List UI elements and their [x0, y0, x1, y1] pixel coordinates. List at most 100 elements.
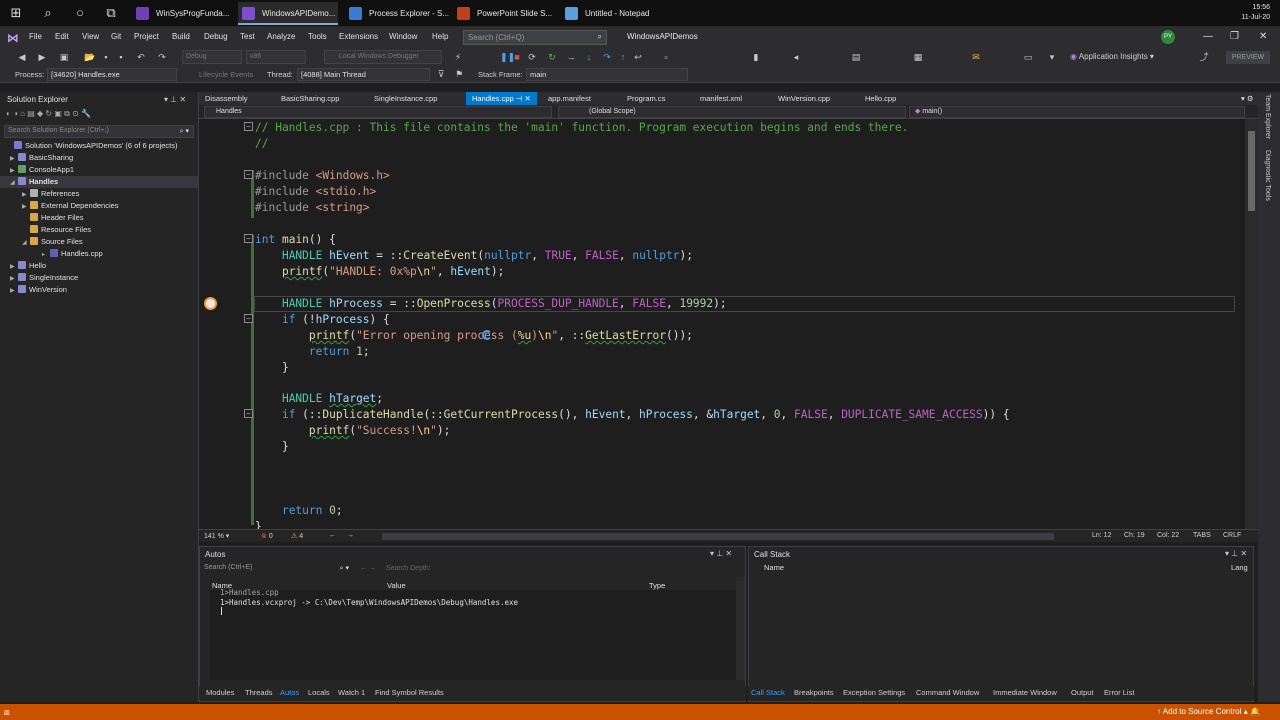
tab-autos[interactable]: Autos — [280, 688, 299, 697]
tab-hello-cpp[interactable]: Hello.cpp — [859, 92, 902, 105]
tree-solution[interactable]: Solution 'WindowsAPIDemos' (6 of 6 proje… — [14, 140, 178, 152]
tab-app-manifest[interactable]: app.manifest — [542, 92, 597, 105]
warning-count[interactable]: ⚠ 4 — [291, 532, 303, 540]
tree-project-consoleapp1[interactable]: ▶ ConsoleApp1 — [10, 164, 74, 176]
tab-exception-settings[interactable]: Exception Settings — [843, 688, 905, 697]
step-into-icon[interactable]: ↓ — [583, 51, 595, 63]
autos-search-input[interactable]: Search (Ctrl+E) ⌕ ▾ — [204, 564, 349, 576]
menu-build[interactable]: Build — [172, 32, 190, 41]
bookmark-icon[interactable]: ▮ — [750, 51, 762, 63]
tree-project-winversion[interactable]: ▶ WinVersion — [10, 284, 67, 296]
task-view-icon[interactable]: ⧉ — [101, 4, 121, 22]
tree-project-basicsharing[interactable]: ▶ BasicSharing — [10, 152, 73, 164]
team-explorer-tab[interactable]: Team Explorer — [1264, 94, 1271, 139]
restart-icon[interactable]: ⟳ — [526, 51, 538, 63]
filter-icon[interactable]: ⊽ — [435, 68, 447, 80]
tab-find-symbol-results[interactable]: Find Symbol Results — [375, 688, 444, 697]
refresh-icon[interactable]: ↻ — [546, 51, 558, 63]
column-header-value[interactable]: Value — [387, 581, 406, 590]
menu-view[interactable]: View — [82, 32, 99, 41]
menu-test[interactable]: Test — [240, 32, 255, 41]
tab-winversion-cpp[interactable]: WinVersion.cpp — [772, 92, 836, 105]
tab-breakpoints[interactable]: Breakpoints — [794, 688, 834, 697]
new-project-icon[interactable]: ▣ — [58, 51, 70, 63]
indent-mode[interactable]: TABS — [1193, 532, 1211, 539]
chat-icon[interactable]: ▭ — [1022, 51, 1034, 63]
redo-icon[interactable]: ↷ — [156, 51, 168, 63]
menu-tools[interactable]: Tools — [308, 32, 327, 41]
menu-file[interactable]: File — [29, 32, 42, 41]
tab-manifest-xml[interactable]: manifest.xml — [694, 92, 748, 105]
tree-header-files[interactable]: Header Files — [30, 212, 84, 224]
lifecycle-events-dropdown[interactable]: Lifecycle Events — [199, 70, 253, 79]
application-insights-button[interactable]: ◉ Application Insights ▾ — [1070, 52, 1154, 61]
collapse-icon[interactable]: ◢ — [22, 237, 30, 249]
avatar[interactable]: PY — [1161, 30, 1175, 44]
tab-command-window[interactable]: Command Window — [916, 688, 979, 697]
save-all-icon[interactable]: ▪ — [115, 51, 127, 63]
column-header-lang[interactable]: Lang — [1231, 563, 1248, 572]
home-icon[interactable]: ⌂ — [20, 109, 25, 118]
panel-options-icon[interactable]: ▾ ⊥ ✕ — [1225, 549, 1247, 558]
tree-resource-files[interactable]: Resource Files — [30, 224, 91, 236]
tree-project-handles[interactable]: ◢ Handles — [0, 176, 198, 188]
tab-call-stack[interactable]: Call Stack — [751, 688, 785, 697]
properties-icon[interactable]: 🔧 — [81, 109, 91, 118]
nav-back-icon[interactable]: ← — [329, 532, 336, 539]
search-nav-icon[interactable]: ← → — [360, 565, 376, 572]
tab-error-list[interactable]: Error List — [1104, 688, 1134, 697]
nav-forward-icon[interactable]: → — [347, 532, 354, 539]
fold-toggle-icon[interactable]: − — [244, 122, 253, 131]
comment-icon[interactable]: ▤ — [850, 51, 862, 63]
diagnostic-tools-tab[interactable]: Diagnostic Tools — [1264, 150, 1271, 201]
tree-source-files[interactable]: ◢ Source Files — [22, 236, 83, 248]
zoom-dropdown[interactable]: 141 % ▾ — [204, 532, 229, 540]
platform-dropdown[interactable]: x86 — [246, 50, 306, 64]
code-editor[interactable]: − // Handles.cpp : This file contains th… — [199, 119, 1258, 529]
project-dropdown[interactable]: Handles — [204, 106, 552, 118]
undo-icon[interactable]: ↶ — [135, 51, 147, 63]
fold-toggle-icon[interactable]: − — [244, 170, 253, 179]
search-input[interactable]: Search (Ctrl+Q) ⌕ — [463, 30, 607, 45]
mail-icon[interactable]: ✉ — [970, 51, 982, 63]
pin-icon[interactable]: ⊣ — [516, 94, 523, 103]
minimize-icon[interactable]: — — [1203, 31, 1213, 42]
tab-threads[interactable]: Threads — [245, 688, 273, 697]
error-count[interactable]: ⊗ 0 — [261, 532, 273, 540]
process-dropdown[interactable]: [34620] Handles.exe — [47, 68, 177, 81]
toggle-icon[interactable]: ↩ — [632, 51, 644, 63]
tab-disassembly[interactable]: Disassembly — [199, 92, 254, 105]
menu-analyze[interactable]: Analyze — [267, 32, 295, 41]
switch-views-icon[interactable]: ▤ — [27, 109, 35, 118]
expand-icon[interactable]: ▶ — [10, 285, 18, 297]
menu-window[interactable]: Window — [389, 32, 417, 41]
bookmark-prev-icon[interactable]: ◂ — [790, 51, 802, 63]
back-icon[interactable]: ◐ — [6, 109, 11, 118]
windows-start-icon[interactable]: ⊞ — [6, 4, 26, 22]
preview-icon[interactable]: ⊙ — [72, 109, 79, 118]
menu-project[interactable]: Project — [134, 32, 159, 41]
tab-output[interactable]: Output — [1071, 688, 1094, 697]
step-out-icon[interactable]: ↑ — [617, 51, 629, 63]
tree-external-dependencies[interactable]: ▶ External Dependencies — [22, 200, 119, 212]
restore-icon[interactable]: ❐ — [1230, 31, 1239, 42]
configuration-dropdown[interactable]: Debug — [182, 50, 242, 64]
column-header-name[interactable]: Name — [764, 563, 784, 572]
menu-extensions[interactable]: Extensions — [339, 32, 378, 41]
member-dropdown[interactable]: ◆ main() — [909, 106, 1245, 118]
tab-immediate-window[interactable]: Immediate Window — [993, 688, 1057, 697]
taskbar-app-winsysprog[interactable]: WinSysProgFunda... — [132, 2, 232, 25]
layout-icon[interactable]: ▦ — [912, 51, 924, 63]
panel-options-icon[interactable]: ▾ ⊥ ✕ — [710, 549, 732, 558]
taskbar-app-notepad[interactable]: Untitled - Notepad — [561, 2, 661, 25]
git-icon[interactable]: ◆ — [37, 109, 43, 118]
tab-singleinstance-cpp[interactable]: SingleInstance.cpp — [368, 92, 443, 105]
stack-frame-dropdown[interactable]: main — [526, 68, 688, 81]
cortana-icon[interactable]: ○ — [70, 4, 90, 22]
close-tab-icon[interactable]: ✕ — [524, 94, 530, 103]
tab-modules[interactable]: Modules — [206, 688, 234, 697]
vertical-scrollbar[interactable] — [1245, 119, 1258, 529]
notification-bell-icon[interactable]: 🔔 — [1250, 707, 1260, 716]
step-over-icon[interactable]: ↷ — [601, 51, 613, 63]
debugger-dropdown[interactable]: Local Windows Debugger — [324, 50, 442, 64]
